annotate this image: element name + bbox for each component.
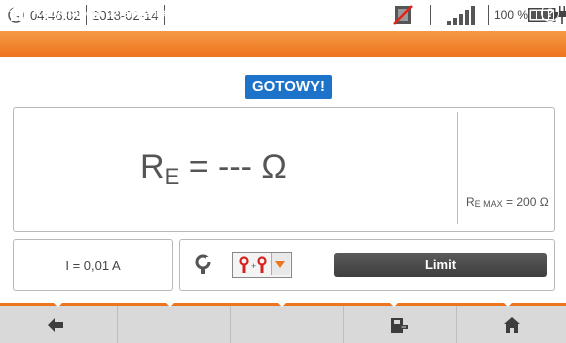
help-icon[interactable]: ? [541,4,559,22]
svg-text:+: + [251,261,256,271]
signal-bars-icon [447,6,475,25]
status-separator [430,5,431,25]
nav-save-button[interactable] [344,306,456,343]
rmax-symbol: R [466,195,475,209]
home-icon [504,317,520,333]
probe-select-icon: + [239,256,267,273]
rmax-value: = 200 Ω [502,195,549,209]
result-symbol: R [140,148,165,186]
back-icon [48,318,63,332]
nav-button-3[interactable] [231,306,343,343]
clamp-icon [195,254,212,274]
result-subscript: E [164,164,180,189]
save-icon [391,318,408,333]
result-divider [457,112,458,224]
title-bar [0,31,566,57]
nav-button-2[interactable] [118,306,230,343]
earth-resistance-result: RE = --- Ω [140,148,287,190]
max-resistance-label: RE MAX = 200 Ω [466,195,549,209]
status-badge: GOTOWY! [245,75,332,99]
result-value: = --- Ω [179,148,287,186]
status-separator [488,5,489,25]
home-icon[interactable] [8,4,26,22]
nav-back-button[interactable] [0,306,112,343]
dropdown-arrow-icon [275,261,285,268]
page-title: Rezystancja uziemienia [33,6,168,20]
nav-home-button[interactable] [457,306,566,343]
plug-icon [558,6,566,24]
rmax-subscript: E MAX [474,199,503,209]
limit-button[interactable]: Limit [334,253,547,277]
battery-percent: 100 % [494,8,529,22]
measurement-current: I = 0,01 A [65,258,121,273]
no-signal-icon [393,5,413,25]
